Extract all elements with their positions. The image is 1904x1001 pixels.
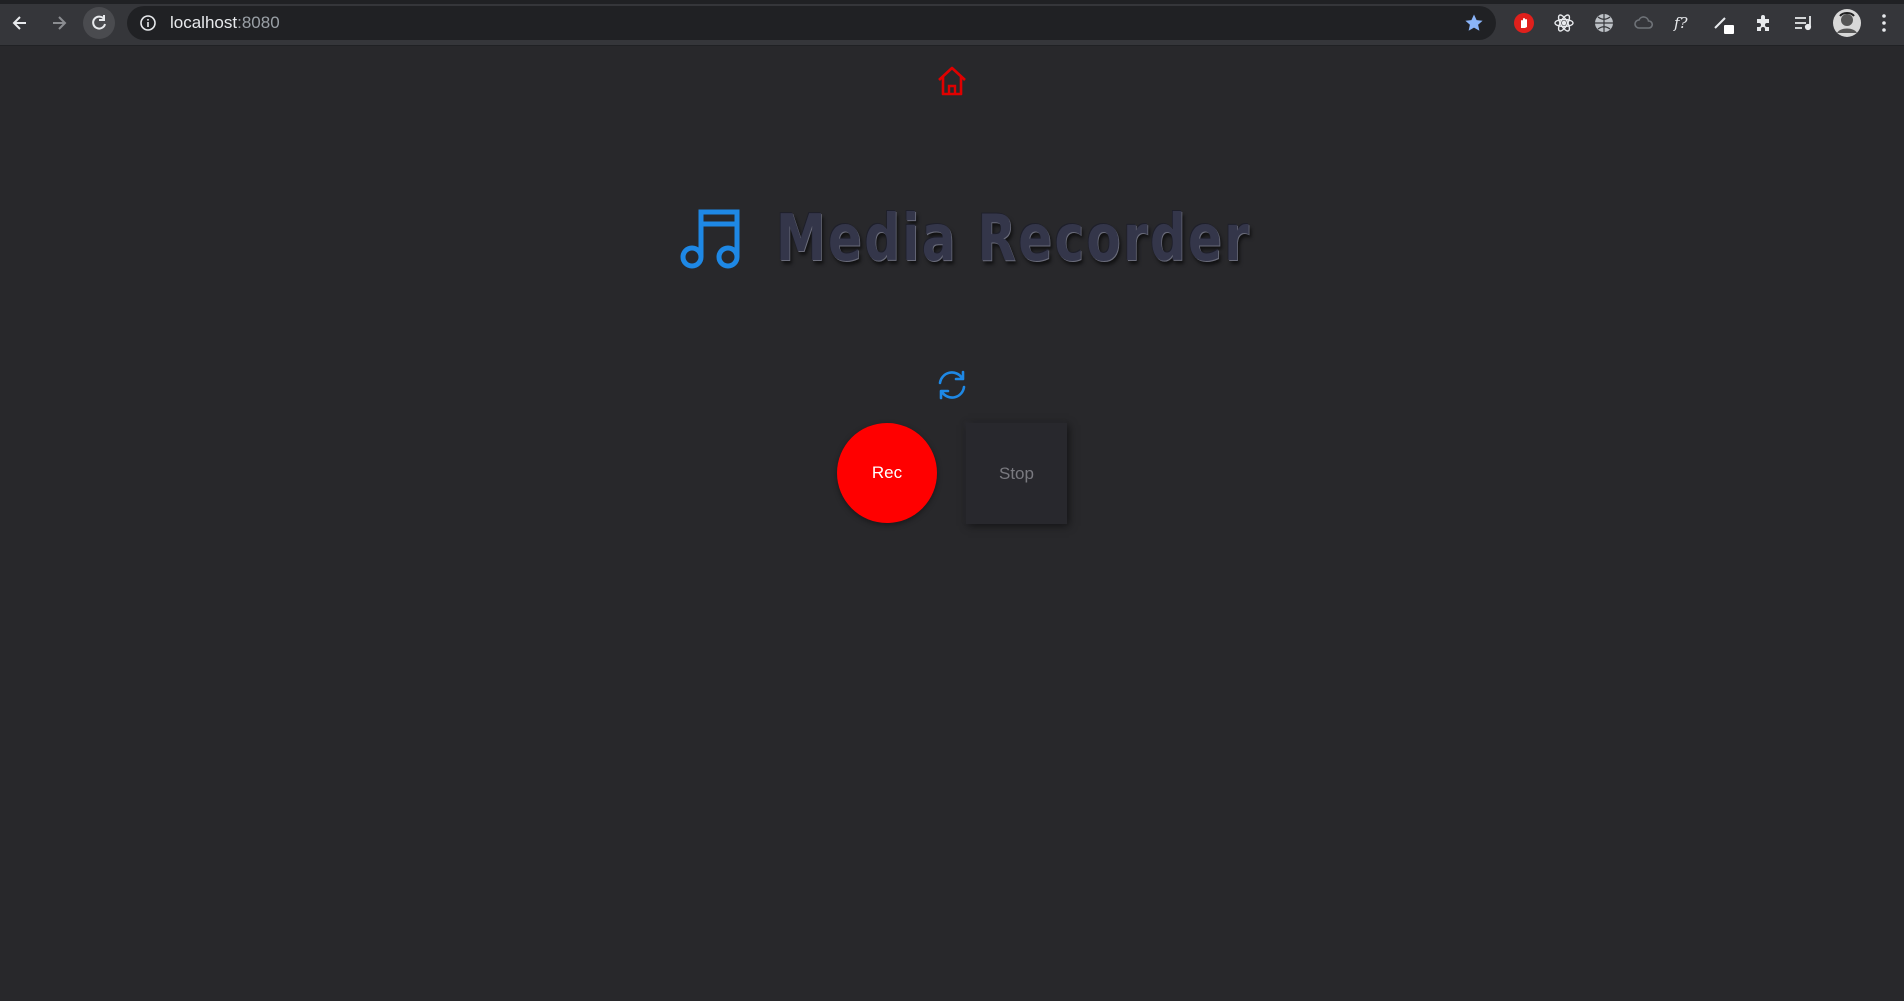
- info-icon[interactable]: [139, 14, 157, 32]
- address-bar[interactable]: localhost:8080: [127, 6, 1496, 40]
- reload-icon: [92, 15, 106, 30]
- page-content: Media Recorder Rec Stop: [0, 47, 1904, 1001]
- reading-list-icon[interactable]: [1792, 11, 1816, 35]
- reload-button[interactable]: [83, 7, 115, 39]
- adblock-icon[interactable]: [1512, 11, 1536, 35]
- forward-button[interactable]: [43, 7, 75, 39]
- formula-icon[interactable]: f?: [1672, 11, 1696, 35]
- record-button-label: Rec: [871, 463, 903, 482]
- stop-button[interactable]: Stop: [966, 423, 1067, 524]
- url-host: localhost: [170, 13, 238, 32]
- svg-text:f?: f?: [1673, 14, 1689, 32]
- header: Media Recorder: [676, 194, 1385, 284]
- url-port: :8080: [237, 13, 280, 32]
- profile-avatar[interactable]: [1832, 8, 1862, 38]
- globe-icon[interactable]: [1592, 11, 1616, 35]
- back-button[interactable]: [4, 7, 36, 39]
- pen-icon[interactable]: [1712, 11, 1736, 35]
- record-button[interactable]: Rec: [837, 423, 937, 523]
- browser-toolbar: localhost:8080 f?: [0, 0, 1904, 46]
- home-icon[interactable]: [934, 63, 970, 99]
- bookmark-star-icon[interactable]: [1464, 13, 1484, 33]
- react-devtools-icon[interactable]: [1552, 11, 1576, 35]
- page-title: Media Recorder: [776, 202, 1252, 276]
- menu-kebab-icon[interactable]: [1872, 11, 1896, 35]
- cloud-icon[interactable]: [1632, 11, 1656, 35]
- tab-strip: [0, 0, 1904, 4]
- stop-button-label: Stop: [999, 463, 1034, 483]
- music-note-icon: [680, 209, 740, 269]
- arrow-left-icon: [12, 16, 26, 30]
- url-text[interactable]: localhost:8080: [170, 14, 280, 32]
- refresh-icon[interactable]: [934, 367, 970, 403]
- arrow-right-icon: [53, 16, 67, 30]
- puzzle-icon[interactable]: [1752, 11, 1776, 35]
